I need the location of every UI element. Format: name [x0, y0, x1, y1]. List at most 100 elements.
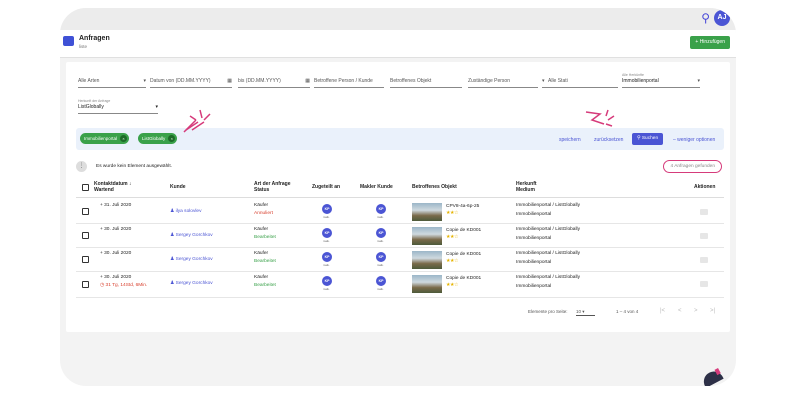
filter-object[interactable]: Betroffenes Objekt — [390, 76, 462, 88]
assignee-avatar[interactable]: KP — [322, 204, 332, 214]
chip-listglobally[interactable]: ListGlobally × — [138, 133, 178, 144]
row-source: Immobilienportal / ListGlobally — [516, 275, 580, 280]
top-bar: ⚲ AJ — [60, 8, 736, 30]
save-link[interactable]: speichern — [559, 137, 581, 143]
row-customer-link[interactable]: ♟ Sergey Gorchkov — [170, 257, 213, 263]
filter-source[interactable]: Alle Herkünfte Immobilienportal ▾ — [622, 73, 700, 88]
annotation-burst-icon — [585, 109, 615, 127]
broker-avatar[interactable]: KP — [376, 204, 386, 214]
search-button[interactable]: ⚲ Suchen — [632, 133, 664, 145]
filter-art[interactable]: Alle Arten ▾ — [78, 76, 146, 88]
property-thumbnail[interactable] — [412, 275, 442, 293]
close-icon[interactable]: × — [168, 135, 176, 142]
row-checkbox[interactable] — [82, 208, 89, 215]
broker-avatar[interactable]: KP — [376, 276, 386, 286]
page-range: 1 – 4 von 4 — [616, 309, 639, 314]
col-makler: Makler Kunde — [360, 184, 393, 190]
chip-label: Immobilienportal — [84, 136, 118, 141]
property-thumbnail[interactable] — [412, 203, 442, 221]
property-thumbnail[interactable] — [412, 227, 442, 245]
row-waiting: ◷ 31 Tg, 14Std, 6Min. — [100, 283, 148, 288]
pen-decoration-icon — [700, 368, 724, 386]
star-rating: ★★☆ — [446, 234, 458, 240]
row-type: Käufer — [254, 275, 269, 280]
row-medium: Immobilienportal — [516, 284, 552, 289]
row-medium: Immobilienportal — [516, 212, 552, 217]
filter-person[interactable]: Betroffene Person / Kunde — [314, 76, 384, 88]
row-checkbox[interactable] — [82, 281, 89, 288]
per-page-label: Elemente pro Seite: — [528, 309, 568, 314]
per-page-select[interactable]: 10 ▾ — [576, 309, 595, 316]
row-date: + 30. Juli 2020 — [100, 275, 132, 280]
assignee-avatar[interactable]: KP — [322, 252, 332, 262]
filter-object-label: Betroffenes Objekt — [390, 78, 432, 84]
row-status: Bearbeitet — [254, 283, 276, 288]
calendar-icon[interactable]: ▦ — [305, 76, 310, 86]
pagination: Elemente pro Seite: 10 ▾ 1 – 4 von 4 |< … — [76, 306, 724, 318]
table-row[interactable]: + 30. Juli 2020 ♟ Sergey Gorchkov Käufer… — [76, 248, 724, 272]
avatar[interactable]: AJ — [714, 10, 730, 26]
chip-label: ListGlobally — [142, 136, 166, 141]
table-row[interactable]: + 30. Juli 2020 ◷ 31 Tg, 14Std, 6Min. ♟ … — [76, 272, 724, 298]
property-thumbnail[interactable] — [412, 251, 442, 269]
table-row[interactable]: + 31. Juli 2020 ♟ ilya solovlev Käufer A… — [76, 200, 724, 224]
broker-avatar[interactable]: KP — [376, 228, 386, 238]
col-aktionen: Aktionen — [694, 184, 716, 190]
mail-icon[interactable] — [700, 257, 708, 263]
filter-date-from[interactable]: Datum von (DD.MM.YYYY) ▦ — [150, 76, 232, 88]
add-button[interactable]: + Hinzufügen — [690, 36, 730, 49]
dropdown-arrow-icon: ▾ — [697, 78, 700, 84]
filter-date-to[interactable]: bis (DD.MM.YYYY) ▦ — [238, 76, 310, 88]
assignee-avatar[interactable]: KP — [322, 228, 332, 238]
select-all-checkbox[interactable] — [82, 184, 89, 191]
close-icon[interactable]: × — [120, 135, 128, 142]
row-checkbox[interactable] — [82, 232, 89, 239]
col-kunde: Kunde — [170, 184, 186, 190]
search-button-label: Suchen — [641, 136, 659, 141]
col-kontakt[interactable]: Kontaktdatum ↓ Wartend — [94, 181, 132, 193]
app-window: ⚲ AJ Anfragen liste + Hinzufügen Alle Ar… — [60, 8, 736, 386]
page-header: Anfragen liste + Hinzufügen — [60, 30, 736, 58]
search-icon[interactable]: ⚲ — [701, 11, 710, 25]
calendar-icon[interactable]: ▦ — [227, 76, 232, 86]
broker-sub: maik. — [377, 239, 384, 243]
row-customer-link[interactable]: ♟ Sergey Gorchkov — [170, 233, 213, 239]
row-source: Immobilienportal / ListGlobally — [516, 203, 580, 208]
row-customer-link[interactable]: ♟ Sergey Gorchkov — [170, 281, 213, 287]
filter-responsible[interactable]: Zuständige Person — [468, 76, 538, 88]
star-rating: ★★☆ — [446, 210, 458, 216]
menu-dots-icon[interactable]: ⋮ — [76, 161, 87, 172]
prev-page-icon[interactable]: < — [678, 308, 682, 314]
chip-immobilienportal[interactable]: Immobilienportal × — [80, 133, 130, 144]
filter-art-label: Alle Arten — [78, 78, 100, 84]
reset-link[interactable]: zurücksetzen — [594, 137, 623, 143]
row-date: + 30. Juli 2020 — [100, 251, 132, 256]
row-status: Annuliert — [254, 211, 273, 216]
filter-person-label: Betroffene Person / Kunde — [314, 78, 373, 84]
star-rating: ★★☆ — [446, 258, 458, 264]
filter-bar: Alle Arten ▾ Datum von (DD.MM.YYYY) ▦ bi… — [78, 73, 718, 90]
col-medium-label: Medium — [516, 187, 535, 193]
mail-icon[interactable] — [700, 281, 708, 287]
next-page-icon[interactable]: > — [694, 308, 698, 314]
assignee-avatar[interactable]: KP — [322, 276, 332, 286]
mail-icon[interactable] — [700, 209, 708, 215]
table-header: Kontaktdatum ↓ Wartend Kunde Art der Anf… — [76, 178, 724, 198]
mail-icon[interactable] — [700, 233, 708, 239]
row-checkbox[interactable] — [82, 256, 89, 263]
filter-date-from-label: Datum von (DD.MM.YYYY) — [150, 78, 211, 84]
filter-request-source[interactable]: Herkunft der Anfrage ListGlobally ▾ — [78, 99, 158, 114]
col-art: Art der Anfrage Status — [254, 181, 291, 193]
table-row[interactable]: + 30. Juli 2020 ♟ Sergey Gorchkov Käufer… — [76, 224, 724, 248]
filter-status[interactable]: ▾ Alle Stati — [542, 76, 618, 88]
broker-avatar[interactable]: KP — [376, 252, 386, 262]
less-options-link[interactable]: – weniger optionen — [673, 137, 715, 143]
first-page-icon[interactable]: |< — [660, 308, 665, 314]
annotation-burst-icon — [183, 109, 211, 133]
row-status: Bearbeitet — [254, 235, 276, 240]
star-rating: ★★☆ — [446, 282, 458, 288]
last-page-icon[interactable]: >| — [710, 308, 715, 314]
col-objekt: Betroffenes Objekt — [412, 184, 457, 190]
row-customer-link[interactable]: ♟ ilya solovlev — [170, 209, 202, 215]
message-icon — [63, 36, 74, 46]
